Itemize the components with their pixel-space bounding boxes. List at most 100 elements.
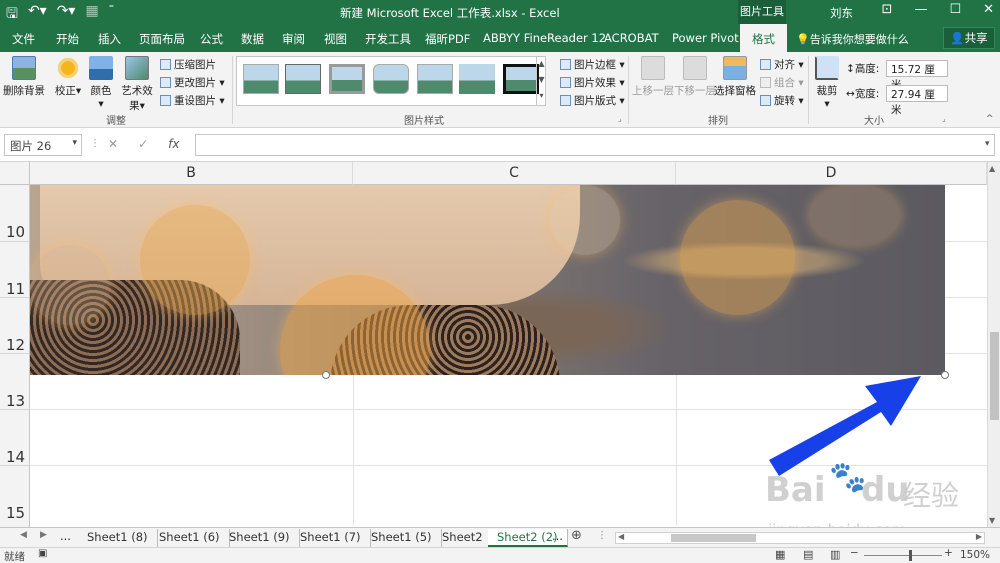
row-header-14[interactable]: 14 [0, 409, 30, 466]
user-name[interactable]: 刘东 [830, 5, 853, 21]
row-header-12[interactable]: 12 [0, 297, 30, 354]
tab-foxit-pdf[interactable]: 福昕PDF [425, 31, 470, 47]
row-header-15[interactable]: 15 [0, 465, 30, 527]
tab-insert[interactable]: 插入 [98, 31, 121, 47]
zoom-in-icon[interactable]: + [944, 547, 953, 559]
tab-developer[interactable]: 开发工具 [365, 31, 411, 47]
inserted-picture[interactable] [30, 185, 945, 375]
ribbon-display-options-icon[interactable]: ⊡ [882, 2, 893, 17]
group-button[interactable]: 组合 ▾ [760, 75, 804, 90]
horizontal-scrollbar[interactable]: ◀ ▶ [615, 532, 985, 544]
tab-page-layout[interactable]: 页面布局 [139, 31, 185, 47]
bring-forward-button[interactable]: 上移一层 [632, 56, 674, 98]
tab-power-pivot[interactable]: Power Pivot [672, 31, 739, 45]
horizontal-scroll-thumb[interactable] [671, 534, 756, 542]
zoom-slider-thumb[interactable] [909, 550, 912, 561]
resize-handle-bottom-right[interactable] [941, 371, 949, 379]
picture-border-button[interactable]: 图片边框 ▾ [560, 57, 625, 72]
vertical-scrollbar[interactable]: ▲ ▼ [987, 162, 1000, 527]
tab-home[interactable]: 开始 [56, 31, 79, 47]
height-input[interactable]: 15.72 厘米 [886, 60, 948, 91]
width-input[interactable]: 27.94 厘米 [886, 85, 948, 116]
picture-style-4[interactable] [373, 64, 409, 94]
name-box-dropdown-icon[interactable]: ▾ [72, 138, 77, 148]
vertical-scroll-thumb[interactable] [990, 332, 999, 420]
sheet-tab[interactable]: Sheet1 (6) [150, 529, 230, 547]
align-button[interactable]: 对齐 ▾ [760, 57, 804, 72]
color-button[interactable]: 颜色▾ [88, 56, 114, 110]
compress-pictures-button[interactable]: 压缩图片 [160, 57, 216, 72]
scroll-tabs-right-icon[interactable]: ▶ [40, 530, 47, 540]
more-sheets-right[interactable]: ... [552, 529, 563, 543]
insert-function-icon[interactable]: fx [168, 137, 179, 151]
scroll-down-icon[interactable]: ▼ [989, 516, 995, 525]
send-backward-button[interactable]: 下移一层 [674, 56, 716, 98]
gallery-scroll[interactable]: ▲ ▼ ▾ [536, 56, 546, 106]
tab-file[interactable]: 文件 [12, 31, 35, 47]
rotate-button[interactable]: 旋转 ▾ [760, 93, 804, 108]
resize-handle-bottom[interactable] [322, 371, 330, 379]
row-header-10[interactable]: 10 [0, 185, 30, 241]
scroll-tabs-left-icon[interactable]: ◀ [20, 530, 27, 540]
picture-layout-button[interactable]: 图片版式 ▾ [560, 93, 625, 108]
collapse-ribbon-icon[interactable]: ^ [986, 114, 994, 124]
page-break-view-icon[interactable]: ▥ [830, 548, 840, 561]
sheet-tab[interactable]: Sheet1 (8) [78, 529, 158, 547]
cancel-icon[interactable]: ✕ [108, 137, 118, 151]
share-button[interactable]: 👤共享 [943, 27, 995, 49]
picture-style-1[interactable] [243, 64, 279, 94]
zoom-slider[interactable] [864, 555, 942, 556]
picture-styles-gallery[interactable]: ▲ ▼ ▾ [236, 56, 546, 106]
column-header-d[interactable]: D [676, 162, 987, 185]
scroll-left-icon[interactable]: ◀ [618, 532, 624, 541]
tab-acrobat[interactable]: ACROBAT [604, 31, 659, 45]
enter-icon[interactable]: ✓ [138, 137, 148, 151]
remove-background-button[interactable]: 删除背景 [2, 56, 46, 98]
macro-record-icon[interactable]: ▣ [38, 548, 47, 559]
sheet-tab[interactable]: Sheet1 (7) [291, 529, 371, 547]
zoom-level[interactable]: 150% [960, 549, 990, 561]
column-header-c[interactable]: C [353, 162, 676, 185]
selection-pane-button[interactable]: 选择窗格 [714, 56, 756, 98]
corrections-button[interactable]: 校正▾ [54, 56, 82, 98]
scroll-up-icon[interactable]: ▲ [989, 164, 995, 173]
new-sheet-icon[interactable]: ⊕ [571, 528, 582, 543]
tab-format[interactable]: 格式 [740, 24, 787, 52]
tab-data[interactable]: 数据 [241, 31, 264, 47]
row-header-11[interactable]: 11 [0, 241, 30, 298]
change-picture-button[interactable]: 更改图片 ▾ [160, 75, 225, 90]
row-header-13[interactable]: 13 [0, 353, 30, 410]
more-sheets-left[interactable]: ... [60, 529, 71, 543]
crop-button[interactable]: 裁剪 ▾ [812, 56, 842, 110]
sheet-tab[interactable]: Sheet1 (9) [220, 529, 300, 547]
tab-review[interactable]: 审阅 [282, 31, 305, 47]
picture-style-2[interactable] [285, 64, 321, 94]
maximize-icon[interactable]: ☐ [949, 2, 961, 17]
picture-style-6[interactable] [459, 64, 495, 94]
minimize-icon[interactable]: — [914, 2, 927, 17]
sheet-tab[interactable]: Sheet2 [433, 529, 493, 547]
zoom-out-icon[interactable]: − [850, 547, 859, 559]
tab-formulas[interactable]: 公式 [200, 31, 223, 47]
column-header-b[interactable]: B [30, 162, 353, 185]
artistic-effects-button[interactable]: 艺术效果▾ [117, 56, 157, 113]
tab-view[interactable]: 视图 [324, 31, 347, 47]
dialog-launcher-icon[interactable]: ⌟ [618, 114, 622, 123]
name-box[interactable]: 图片 26 ▾ [4, 134, 82, 156]
scroll-right-icon[interactable]: ▶ [976, 532, 982, 541]
tell-me-box[interactable]: 💡告诉我你想要做什么 [796, 31, 909, 47]
tab-abbyy[interactable]: ABBYY FineReader 12 [483, 31, 606, 45]
select-all-corner[interactable] [0, 162, 30, 185]
picture-style-3[interactable] [329, 64, 365, 94]
expand-formula-bar-icon[interactable]: ▾ [985, 139, 990, 149]
reset-picture-button[interactable]: 重设图片 ▾ [160, 93, 225, 108]
picture-effects-button[interactable]: 图片效果 ▾ [560, 75, 625, 90]
close-icon[interactable]: ✕ [983, 2, 994, 17]
formula-input[interactable] [195, 134, 995, 156]
picture-style-7[interactable] [503, 64, 539, 94]
tab-split-icon[interactable]: ⋮ [597, 530, 607, 541]
page-layout-view-icon[interactable]: ▤ [803, 548, 813, 561]
size-dialog-launcher-icon[interactable]: ⌟ [942, 114, 946, 123]
picture-style-5[interactable] [417, 64, 453, 94]
normal-view-icon[interactable]: ▦ [775, 548, 785, 561]
